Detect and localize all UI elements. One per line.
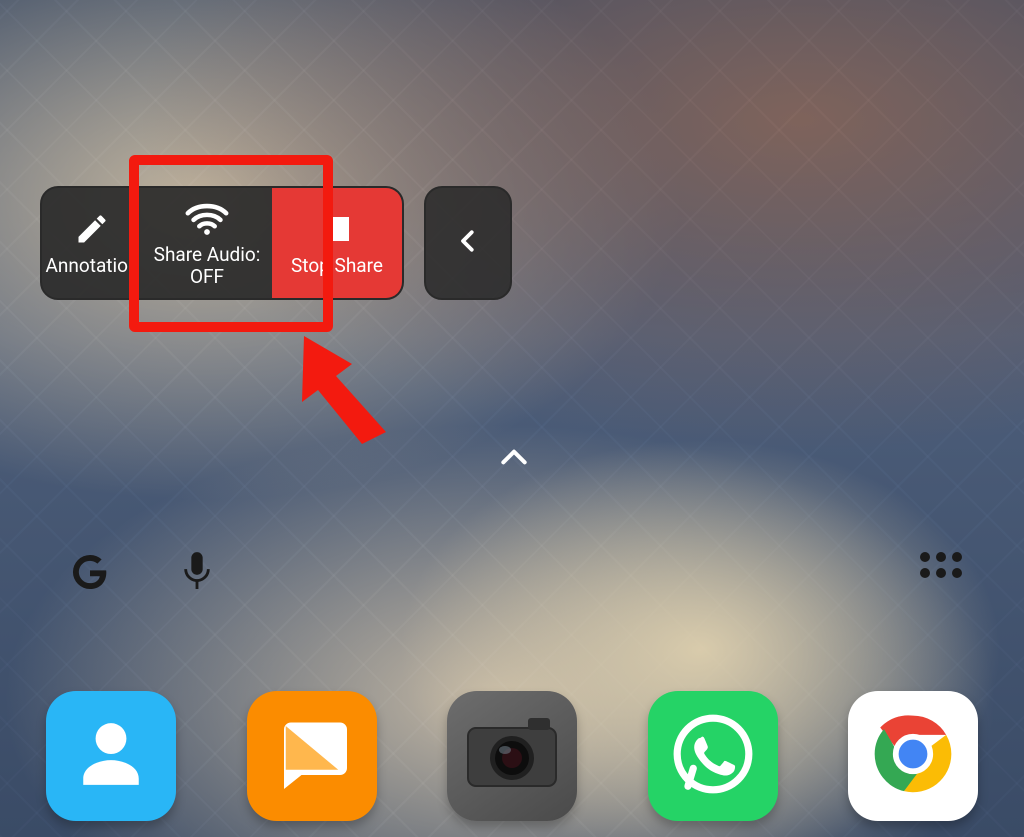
screen-share-toolbar: Annotation Share Audio: OFF Stop Sh xyxy=(40,186,512,300)
screen-share-toolbar-group: Annotation Share Audio: OFF Stop Sh xyxy=(40,186,404,300)
share-audio-label: Share Audio: OFF xyxy=(154,244,261,288)
app-whatsapp[interactable] xyxy=(648,691,778,821)
person-icon xyxy=(74,717,148,795)
whatsapp-icon xyxy=(670,711,756,801)
app-messages[interactable] xyxy=(247,691,377,821)
chrome-icon xyxy=(867,708,959,804)
stop-share-label: Stop Share xyxy=(291,255,383,277)
app-chrome[interactable] xyxy=(848,691,978,821)
pencil-icon xyxy=(74,207,110,251)
annotation-button[interactable]: Annotation xyxy=(42,188,142,298)
camera-icon xyxy=(462,714,562,798)
collapse-toolbar-button[interactable] xyxy=(424,186,512,300)
google-g-icon xyxy=(68,550,112,598)
google-search-widget[interactable] xyxy=(68,548,214,600)
app-drawer-handle[interactable] xyxy=(498,446,530,472)
annotation-label: Annotation xyxy=(46,255,139,277)
phone-home-screen: { "toolbar": { "annotation_label": "Anno… xyxy=(0,0,1024,837)
chat-bubble-icon xyxy=(270,712,354,800)
app-camera[interactable] xyxy=(447,691,577,821)
stop-icon xyxy=(319,207,355,251)
wifi-icon xyxy=(184,196,230,240)
share-audio-button[interactable]: Share Audio: OFF xyxy=(142,188,272,298)
chevron-up-icon xyxy=(498,453,530,472)
six-dots-icon xyxy=(918,567,964,586)
chevron-left-icon xyxy=(453,219,483,267)
app-drawer-button[interactable] xyxy=(918,548,964,586)
app-contacts[interactable] xyxy=(46,691,176,821)
stop-share-button[interactable]: Stop Share xyxy=(272,188,402,298)
microphone-icon[interactable] xyxy=(180,548,214,600)
dock xyxy=(0,691,1024,821)
